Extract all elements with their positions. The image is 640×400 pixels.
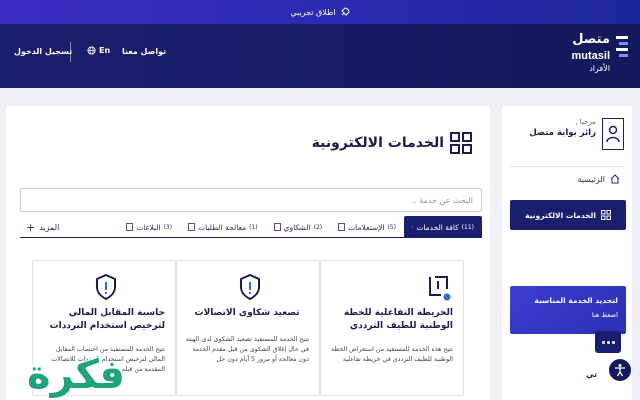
plus-icon: +	[26, 220, 36, 234]
tab-label: الشكاوي	[283, 222, 311, 232]
watermark-logo: فكرة	[26, 351, 126, 399]
map-icon	[429, 276, 451, 301]
card-title: تصعيد شكاوى الاتصالات	[194, 308, 300, 318]
sidebar-item-label: الرئيسية	[577, 174, 605, 184]
promo-title: لتحديد الخدمة المناسبة	[534, 296, 618, 305]
logo-mark-icon	[616, 36, 628, 57]
grid-icon	[450, 132, 472, 154]
service-finder-banner[interactable]: لتحديد الخدمة المناسبة اضغط هنا	[510, 286, 626, 334]
service-card-escalate-complaints[interactable]: تصعيد شكاوى الاتصالات تتيح الخدمة للمستف…	[176, 260, 320, 396]
promo-link[interactable]: اضغط هنا	[592, 311, 618, 319]
site-header: تسجيل الدخول En تواصل معنا متصل mutasil …	[0, 24, 640, 88]
tab-label: البلاغات	[136, 222, 161, 232]
tab-label: الإستعلامات	[348, 222, 385, 232]
watermark-text: فكرة	[27, 352, 125, 398]
tab-count: (3)	[163, 223, 173, 231]
user-icon	[606, 125, 620, 143]
tab-count: (5)	[387, 223, 397, 231]
avatar	[602, 118, 624, 150]
card-description: تتيح هذه الخدمة للمستفيد من استعراض الخط…	[330, 346, 453, 364]
sidebar-divider	[510, 166, 624, 167]
contact-link[interactable]: تواصل معنا	[122, 47, 166, 56]
user-name: زائر بوابة متصل	[529, 128, 596, 138]
tab-inquiries[interactable]: الإستعلامات (5)	[330, 216, 404, 238]
greeting: مرحبا ,	[575, 118, 596, 126]
service-card-interactive-map[interactable]: الخريطة التفاعلية للخطة الوطنية للطيف ال…	[320, 260, 464, 396]
mutasil-logo[interactable]: متصل mutasil الأفراد	[550, 32, 630, 80]
tab-request-processing[interactable]: معالجة الطلبات (1)	[180, 216, 266, 238]
tab-count: (2)	[313, 223, 323, 231]
service-tabs: كافة الخدمات (11) الإستعلامات (5) الشكاو…	[20, 216, 482, 238]
more-button[interactable]: + المزيد	[20, 216, 59, 238]
language-label: En	[99, 46, 111, 55]
tab-label: معالجة الطلبات	[198, 222, 247, 232]
user-profile: مرحبا , زائر بوابة متصل	[529, 118, 624, 150]
tab-count: (11)	[461, 223, 474, 231]
logo-subtitle: الأفراد	[589, 64, 610, 73]
document-icon	[273, 223, 281, 231]
card-title: حاسبة المقابل المالي لترخيص استخدام التر…	[49, 308, 165, 332]
services-heading: الخدمات الالكترونية	[312, 132, 472, 154]
accessibility-button[interactable]	[609, 359, 631, 381]
tab-label: كافة الخدمات	[416, 222, 459, 232]
document-icon	[126, 223, 134, 231]
alert-shield-icon	[240, 273, 260, 301]
logo-arabic: متصل	[572, 32, 610, 47]
grid-icon	[412, 226, 414, 228]
tab-count: (1)	[249, 223, 258, 231]
language-switch[interactable]: En	[87, 46, 110, 55]
document-icon	[338, 223, 346, 231]
chat-button[interactable]	[595, 331, 621, 353]
beta-label: اطلاق تجريبي	[290, 7, 336, 17]
login-link[interactable]: تسجيل الدخول	[14, 47, 72, 56]
document-icon	[188, 223, 195, 231]
grid-icon	[600, 210, 611, 220]
sidebar-bottom-text: تي	[586, 370, 598, 379]
login-label: تسجيل الدخول	[14, 47, 73, 56]
tab-reports[interactable]: البلاغات (3)	[118, 216, 180, 238]
rocket-icon	[340, 7, 350, 16]
sidebar-item-eservices[interactable]: الخدمات الالكترونية	[510, 200, 626, 230]
service-search-input[interactable]	[20, 188, 482, 212]
page-title: الخدمات الالكترونية	[311, 135, 444, 151]
beta-banner: اطلاق تجريبي	[0, 0, 640, 24]
logo-latin: mutasil	[571, 50, 610, 62]
tab-complaints[interactable]: الشكاوي (2)	[266, 216, 330, 238]
accessibility-icon	[615, 364, 625, 377]
header-divider	[70, 42, 71, 62]
alert-shield-icon	[96, 273, 116, 301]
more-label: المزيد	[39, 222, 60, 232]
sidebar: مرحبا , زائر بوابة متصل الرئيسية الخدمات…	[502, 106, 632, 400]
tabs-underline	[20, 237, 482, 238]
chat-dot	[611, 340, 615, 344]
globe-icon	[87, 46, 96, 55]
home-icon	[610, 174, 620, 184]
sidebar-item-home[interactable]: الرئيسية	[577, 174, 620, 184]
sidebar-item-label: الخدمات الالكترونية	[525, 210, 596, 220]
card-description: تتيح الخدمة للمستفيد تصعيد الشكوى لدى ال…	[185, 336, 309, 364]
chat-dot	[601, 340, 605, 344]
tab-all-services[interactable]: كافة الخدمات (11)	[404, 216, 482, 238]
card-title: الخريطة التفاعلية للخطة الوطنية للطيف ال…	[343, 308, 453, 332]
chat-dot	[606, 340, 610, 344]
